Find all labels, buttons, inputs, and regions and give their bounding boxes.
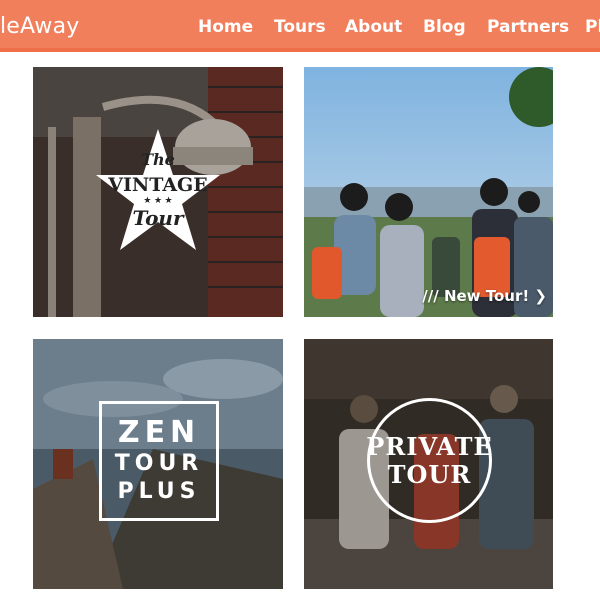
private-tour-logo: PRIVATE TOUR [366, 398, 493, 523]
vintage-line1: The [141, 150, 175, 169]
vintage-stars: ★ ★ ★ [143, 195, 172, 205]
vintage-tour-tile[interactable]: The VINTAGE ★ ★ ★ Tour [33, 67, 283, 317]
nav-home[interactable]: Home [198, 17, 274, 37]
vintage-line3: Tour [132, 206, 184, 230]
nav-about[interactable]: About [345, 17, 423, 37]
new-tour-caption[interactable]: /// New Tour! ❯ [422, 287, 547, 305]
zen-tour-plus-logo: ZEN TOUR PLUS [99, 401, 219, 521]
zen-tour-plus-tile[interactable]: ZEN TOUR PLUS [33, 339, 283, 589]
private-line1: PRIVATE [366, 431, 493, 461]
nav-partners[interactable]: Partners [487, 17, 585, 37]
zen-line2: TOUR [114, 451, 204, 476]
nav-photos[interactable]: Ph [585, 17, 600, 37]
vintage-line2: VINTAGE [107, 174, 208, 196]
zen-line1: ZEN [117, 415, 201, 450]
vintage-tour-logo: The VINTAGE ★ ★ ★ Tour [107, 150, 208, 230]
site-header: leAway Home Tours About Blog Partners Ph [0, 0, 600, 52]
main-nav: Home Tours About Blog Partners Ph [198, 17, 600, 37]
nav-tours[interactable]: Tours [274, 17, 345, 37]
new-tour-tile[interactable]: /// New Tour! ❯ [304, 67, 553, 317]
site-logo[interactable]: leAway [0, 14, 80, 39]
private-line2: TOUR [387, 459, 472, 489]
private-tour-tile[interactable]: PRIVATE TOUR [304, 339, 553, 589]
zen-line3: PLUS [117, 479, 201, 504]
nav-blog[interactable]: Blog [423, 17, 487, 37]
new-tour-photo [304, 67, 553, 317]
